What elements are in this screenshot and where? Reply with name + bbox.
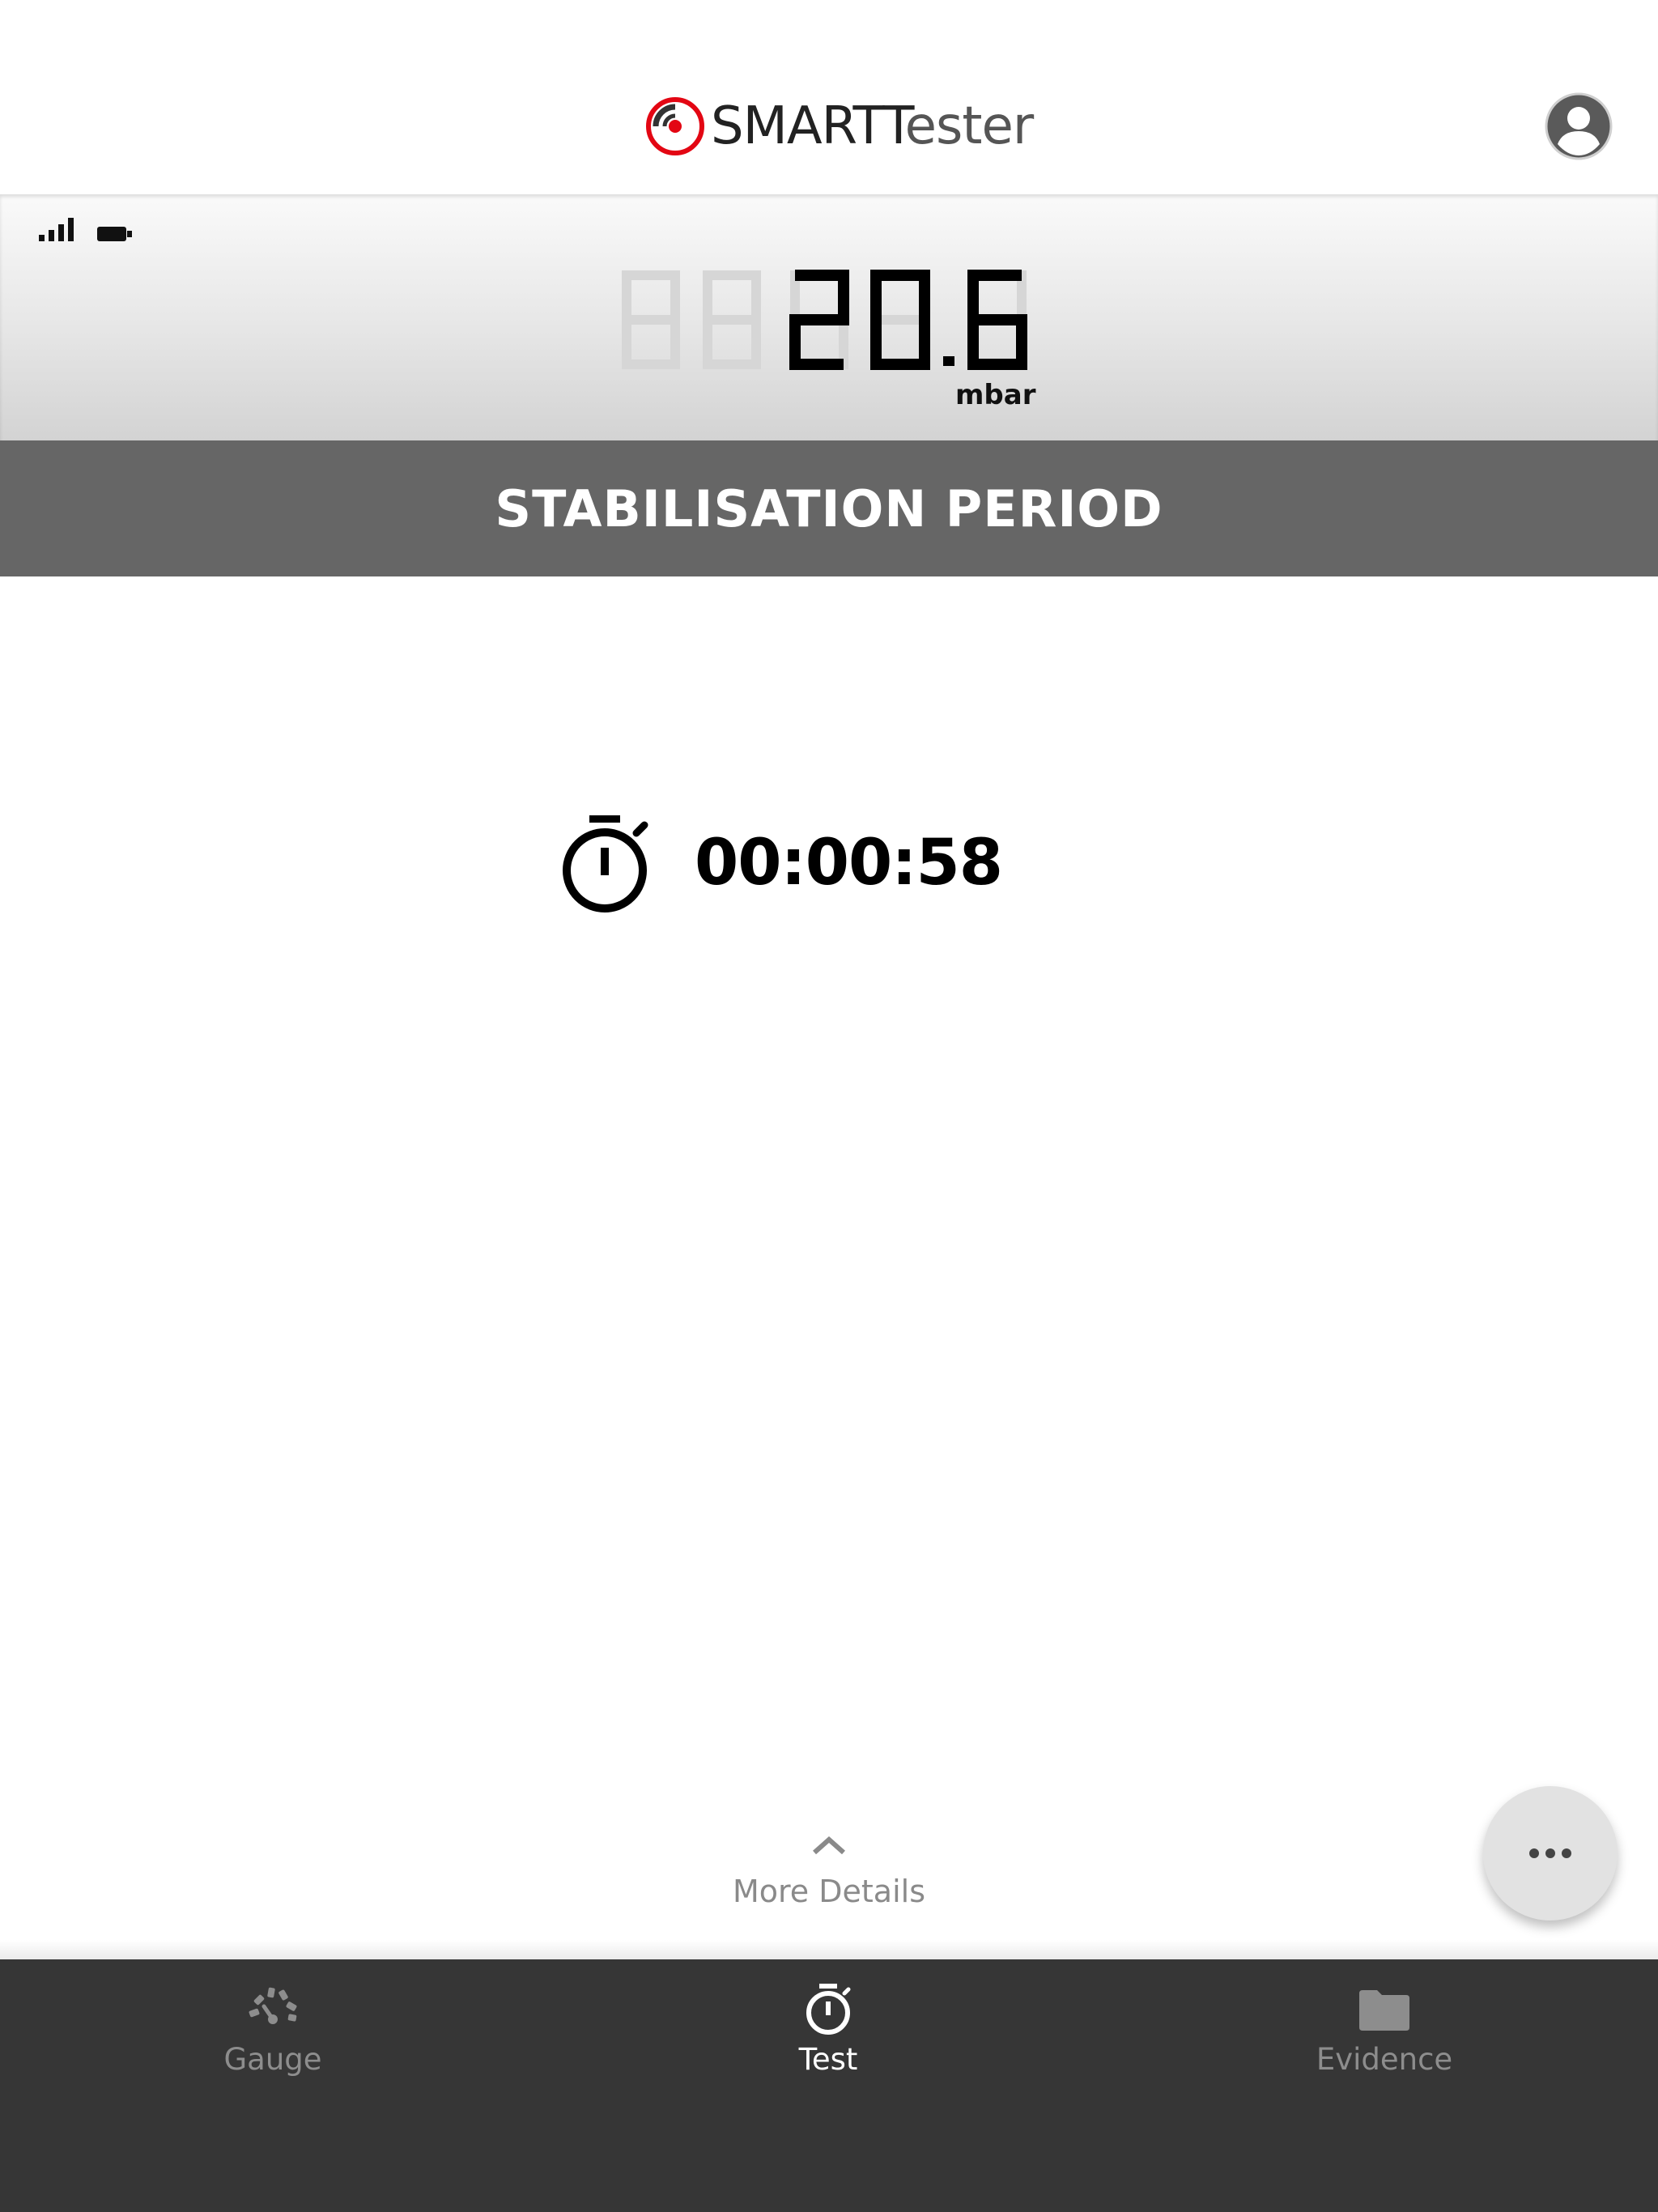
nav-tab-evidence-label: Evidence xyxy=(1316,2042,1453,2077)
nav-shadow xyxy=(0,1940,1658,1959)
brand-name: SMARTTester xyxy=(711,100,1034,152)
stopwatch-icon xyxy=(563,815,648,912)
test-timer: 00:00:58 xyxy=(559,814,1003,912)
brand-name-t: T xyxy=(882,96,905,156)
folder-icon xyxy=(1359,1990,1409,2031)
chevron-up-icon xyxy=(813,1836,845,1855)
battery-icon xyxy=(97,227,132,241)
stopwatch-icon xyxy=(806,1984,851,2035)
nav-tab-test[interactable]: Test xyxy=(707,1982,950,2077)
more-details-toggle[interactable]: More Details xyxy=(667,1835,991,1909)
more-horizontal-icon xyxy=(1529,1848,1571,1858)
nav-tab-gauge-label: Gauge xyxy=(223,2042,322,2077)
smartester-logo-icon xyxy=(646,97,704,155)
signal-bars-icon xyxy=(39,218,74,241)
bottom-navigation: Gauge Test Evidence xyxy=(0,1959,1658,2212)
nav-tab-evidence[interactable]: Evidence xyxy=(1263,1982,1506,2077)
nav-tab-test-label: Test xyxy=(798,2042,858,2077)
pressure-unit: mbar xyxy=(955,379,1036,411)
lcd-decimal-point xyxy=(943,356,954,366)
more-options-button[interactable] xyxy=(1483,1786,1618,1921)
status-banner-text: STABILISATION PERIOD xyxy=(495,479,1163,538)
brand-name-light: ester xyxy=(904,96,1034,156)
brand-logo: SMARTTester xyxy=(644,96,1034,157)
gauge-icon xyxy=(249,1987,297,2024)
timer-value: 00:00:58 xyxy=(695,827,1003,900)
status-banner: STABILISATION PERIOD xyxy=(0,440,1658,576)
lcd-digit-2 xyxy=(789,270,849,370)
brand-name-bold: SMART xyxy=(711,96,883,156)
more-details-label: More Details xyxy=(732,1874,926,1909)
app-header: SMARTTester xyxy=(0,0,1658,194)
pressure-display: mbar xyxy=(0,194,1658,440)
account-icon[interactable] xyxy=(1545,92,1613,160)
lcd-reading xyxy=(622,270,1027,370)
nav-tab-gauge[interactable]: Gauge xyxy=(151,1982,394,2077)
lcd-digit-6 xyxy=(967,270,1027,370)
